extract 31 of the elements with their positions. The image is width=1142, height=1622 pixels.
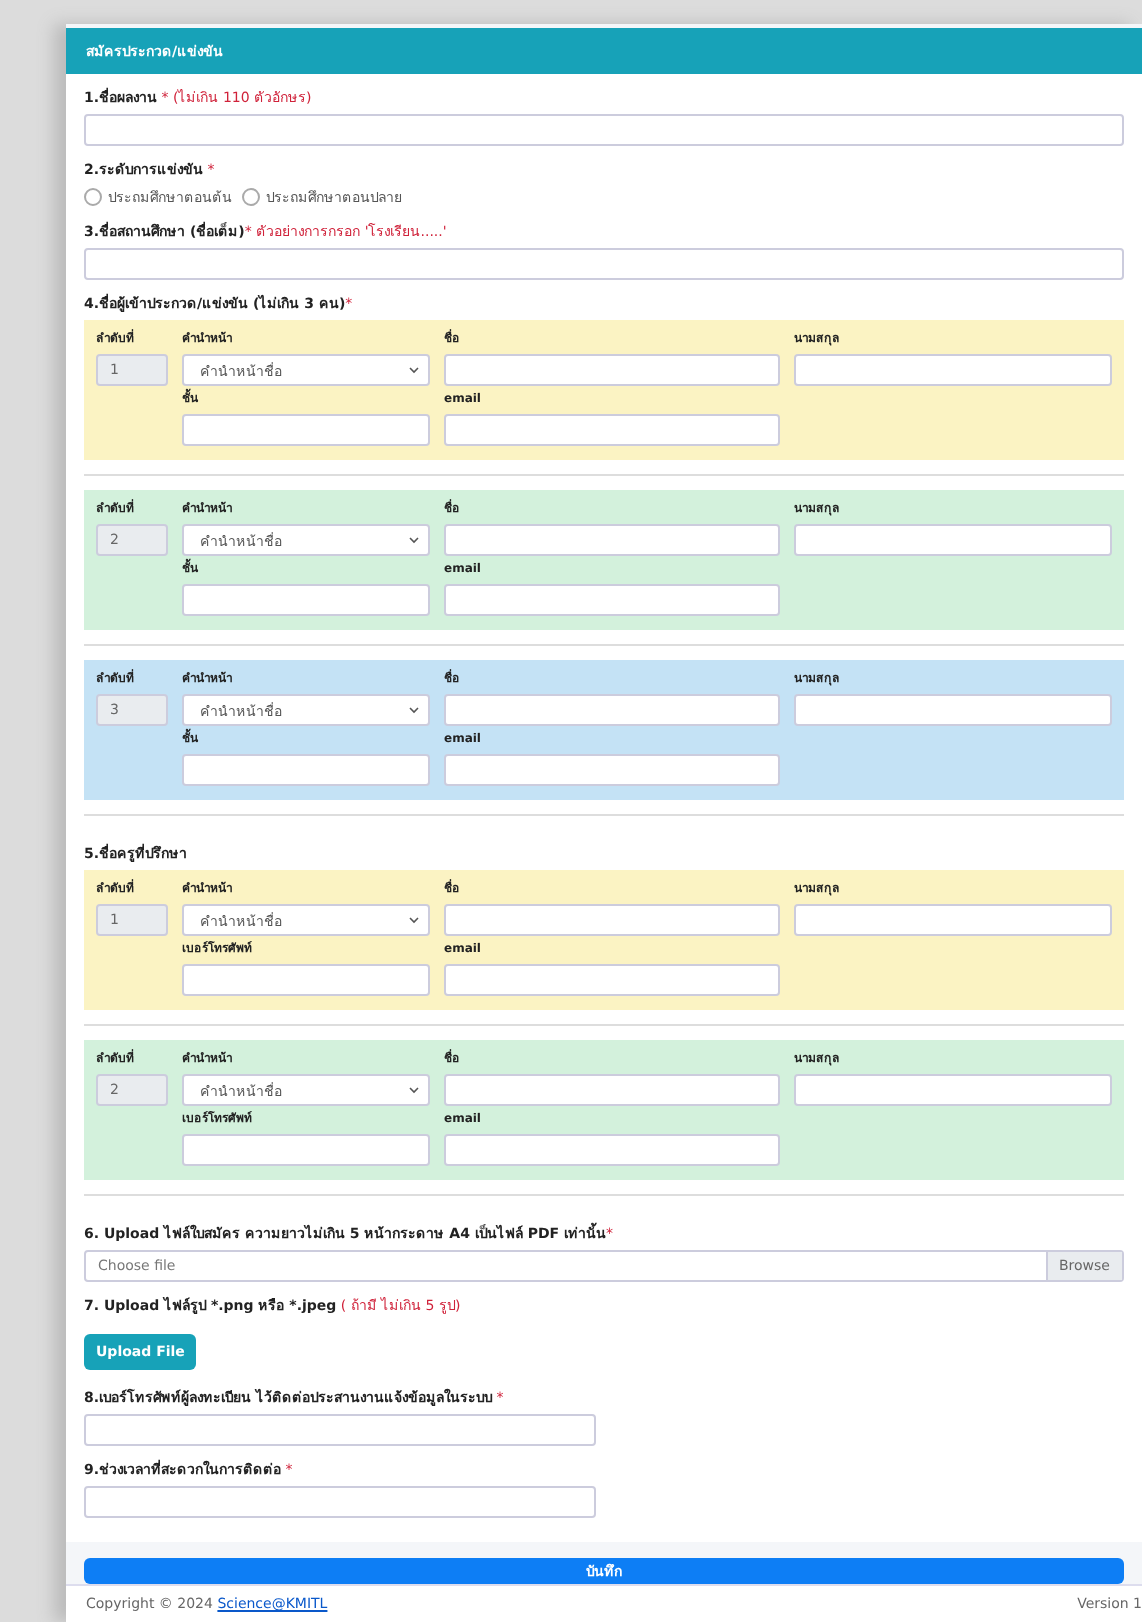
surname-field[interactable] [794,694,1112,726]
text-field[interactable] [84,114,1124,146]
name-field[interactable] [444,904,780,936]
email-field[interactable] [444,964,780,996]
surname-field[interactable] [794,904,1112,936]
text-field[interactable] [84,1414,596,1446]
email-field[interactable] [444,754,780,786]
surname-field[interactable] [794,524,1112,556]
email-field[interactable] [444,1134,780,1166]
radio-button[interactable] [242,188,260,206]
text-field[interactable] [182,414,430,446]
text-field[interactable] [182,754,430,786]
surname-field[interactable] [794,1074,1112,1106]
text-field[interactable] [84,248,1124,280]
chevron-down-icon [408,914,420,926]
text-field[interactable] [84,1486,596,1518]
chevron-down-icon [408,534,420,546]
radio-button[interactable] [84,188,102,206]
text-field[interactable] [182,584,430,616]
name-field[interactable] [444,694,780,726]
email-field[interactable] [444,414,780,446]
text-field[interactable] [182,1134,430,1166]
surname-field[interactable] [794,354,1112,386]
name-field[interactable] [444,1074,780,1106]
name-field[interactable] [444,354,780,386]
text-field[interactable] [182,964,430,996]
chevron-down-icon [408,704,420,716]
chevron-down-icon [408,1084,420,1096]
email-field[interactable] [444,584,780,616]
name-field[interactable] [444,524,780,556]
chevron-down-icon [408,364,420,376]
